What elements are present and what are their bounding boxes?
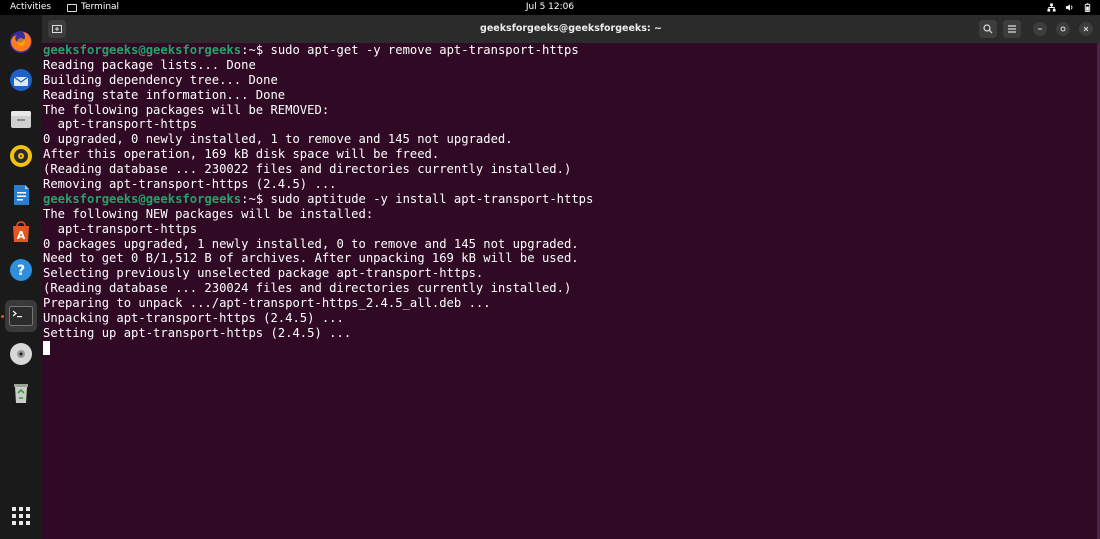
firefox-icon <box>10 31 32 53</box>
output-line: apt-transport-https <box>43 221 198 236</box>
svg-text:?: ? <box>17 263 25 279</box>
minimize-button[interactable] <box>1033 22 1047 36</box>
battery-icon <box>1084 3 1091 12</box>
output-line: Building dependency tree... Done <box>43 72 278 87</box>
terminal-header-bar: geeksforgeeks@geeksforgeeks: ~ <box>42 15 1100 43</box>
activities-button[interactable]: Activities <box>10 0 51 15</box>
app-center-icon: A <box>13 221 29 242</box>
prompt-symbol: $ <box>255 191 271 206</box>
dock-terminal[interactable] <box>5 300 37 332</box>
dock-trash[interactable] <box>5 377 37 409</box>
output-line: Setting up apt-transport-https (2.4.5) .… <box>43 325 352 340</box>
window-title: geeksforgeeks@geeksforgeeks: ~ <box>480 23 662 34</box>
output-line: Reading state information... Done <box>43 87 286 102</box>
output-line: (Reading database ... 230024 files and d… <box>43 281 572 296</box>
system-tray[interactable] <box>1047 0 1092 15</box>
close-icon <box>1083 26 1089 32</box>
prompt-symbol: $ <box>255 43 271 57</box>
dock-thunderbird[interactable] <box>5 64 37 96</box>
clock[interactable]: Jul 5 12:06 <box>526 2 574 12</box>
help-icon: ? <box>10 259 32 281</box>
hamburger-menu-icon <box>1008 25 1016 33</box>
output-line: apt-transport-https <box>43 117 198 132</box>
command-text: sudo aptitude -y install apt-transport-h… <box>270 191 594 206</box>
running-indicator <box>1 315 4 318</box>
output-line: Need to get 0 B/1,512 B of archives. Aft… <box>43 251 579 266</box>
svg-text:A: A <box>17 229 26 242</box>
output-line: 0 upgraded, 0 newly installed, 1 to remo… <box>43 132 513 147</box>
app-menu[interactable]: Terminal <box>67 0 119 15</box>
prompt-line: geeksforgeeks@geeksforgeeks:~$ sudo apti… <box>43 192 593 207</box>
prompt-line: geeksforgeeks@geeksforgeeks:~$ sudo apt-… <box>43 43 593 58</box>
menu-button[interactable] <box>1003 20 1021 38</box>
cursor-line <box>43 340 593 356</box>
optical-disc-icon <box>10 343 32 365</box>
terminal-icon <box>9 306 33 326</box>
output-line: 0 packages upgraded, 1 newly installed, … <box>43 236 579 251</box>
output-line: Selecting previously unselected package … <box>43 266 484 281</box>
output-line: The following packages will be REMOVED: <box>43 102 330 117</box>
terminal-icon <box>67 3 77 12</box>
output-line: The following NEW packages will be insta… <box>43 206 374 221</box>
output-line: After this operation, 169 kB disk space … <box>43 147 440 162</box>
command-text: sudo apt-get -y remove apt-transport-htt… <box>270 43 579 57</box>
prompt-path: :~ <box>241 43 256 57</box>
files-icon <box>11 111 31 128</box>
close-button[interactable] <box>1079 22 1093 36</box>
dock-firefox[interactable] <box>5 26 37 58</box>
output-line: (Reading database ... 230022 files and d… <box>43 162 572 177</box>
terminal-output[interactable]: geeksforgeeks@geeksforgeeks:~$ sudo apt-… <box>42 43 1100 539</box>
prompt-user-host: geeksforgeeks@geeksforgeeks <box>43 43 242 57</box>
prompt-user-host: geeksforgeeks@geeksforgeeks <box>43 191 242 206</box>
app-menu-label: Terminal <box>81 2 120 12</box>
dock-help[interactable]: ? <box>5 254 37 286</box>
output-line: Unpacking apt-transport-https (2.4.5) ..… <box>43 311 344 326</box>
prompt-path: :~ <box>241 191 256 206</box>
output-line: Removing apt-transport-https (2.4.5) ... <box>43 177 337 192</box>
top-bar: Activities Terminal Jul 5 12:06 <box>0 0 1100 15</box>
dock-rhythmbox[interactable] <box>5 140 37 172</box>
rhythmbox-icon <box>10 145 32 167</box>
maximize-icon <box>1060 26 1066 32</box>
dock-app-center[interactable]: A <box>5 216 37 248</box>
writer-document-icon <box>14 185 29 205</box>
dock-files[interactable] <box>5 103 37 135</box>
output-line: Reading package lists... Done <box>43 57 256 72</box>
volume-icon <box>1065 4 1073 11</box>
dock-show-apps[interactable] <box>5 500 37 532</box>
search-icon <box>983 24 993 34</box>
dock: A ? <box>0 15 42 539</box>
minimize-icon <box>1038 28 1042 30</box>
search-button[interactable] <box>979 20 997 38</box>
dock-optical-disc[interactable] <box>5 338 37 370</box>
thunderbird-icon <box>10 69 32 91</box>
network-icon <box>1047 3 1056 12</box>
app-grid-icon <box>12 507 30 525</box>
dock-writer[interactable] <box>5 179 37 211</box>
trash-icon <box>14 384 28 403</box>
text-cursor <box>43 340 50 355</box>
output-line: Preparing to unpack .../apt-transport-ht… <box>43 296 491 311</box>
maximize-button[interactable] <box>1056 22 1070 36</box>
